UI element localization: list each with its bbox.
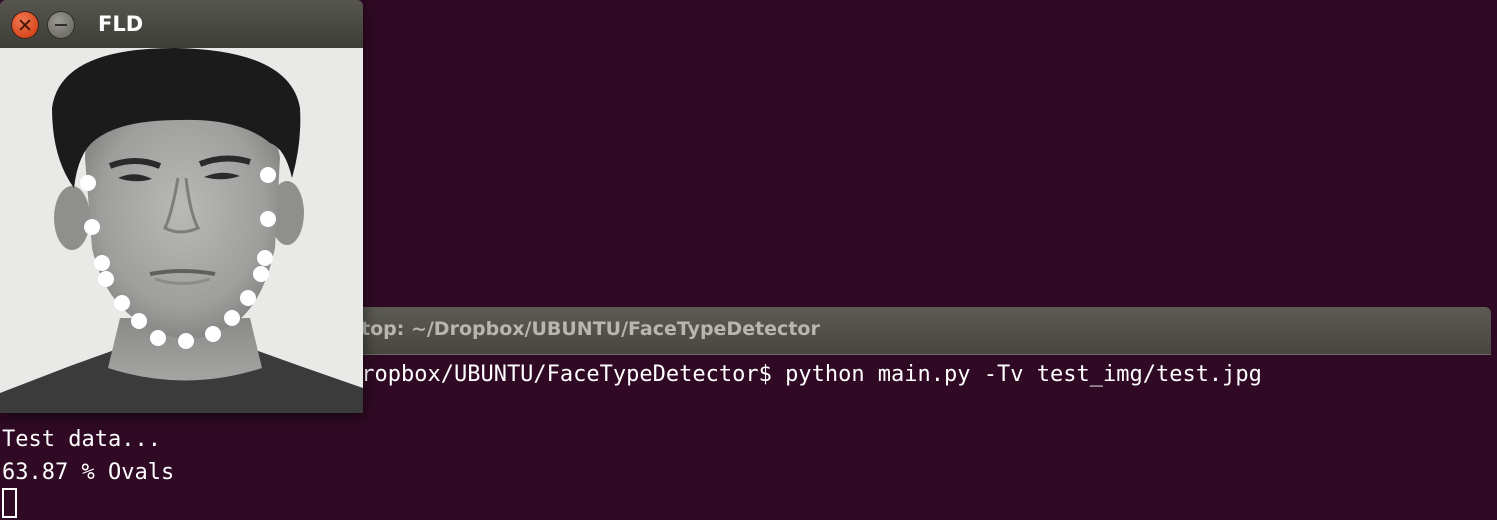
face-photo bbox=[0, 48, 363, 413]
fld-titlebar[interactable]: FLD bbox=[0, 0, 363, 48]
terminal-title: top: ~/Dropbox/UBUNTU/FaceTypeDetector bbox=[361, 318, 820, 340]
terminal-titlebar[interactable]: top: ~/Dropbox/UBUNTU/FaceTypeDetector bbox=[345, 307, 1491, 355]
minimize-icon[interactable] bbox=[48, 12, 74, 38]
terminal-cursor bbox=[2, 488, 17, 518]
fld-window: FLD bbox=[0, 0, 363, 413]
terminal-output-line: 63.87 % Ovals bbox=[2, 460, 175, 485]
terminal-command-line: Dropbox/UBUNTU/FaceTypeDetector$ python … bbox=[348, 362, 1262, 387]
terminal-output-line: Test data... bbox=[2, 427, 161, 452]
fld-window-title: FLD bbox=[98, 12, 144, 36]
face-landmark-image bbox=[0, 48, 363, 413]
close-icon[interactable] bbox=[12, 12, 38, 38]
